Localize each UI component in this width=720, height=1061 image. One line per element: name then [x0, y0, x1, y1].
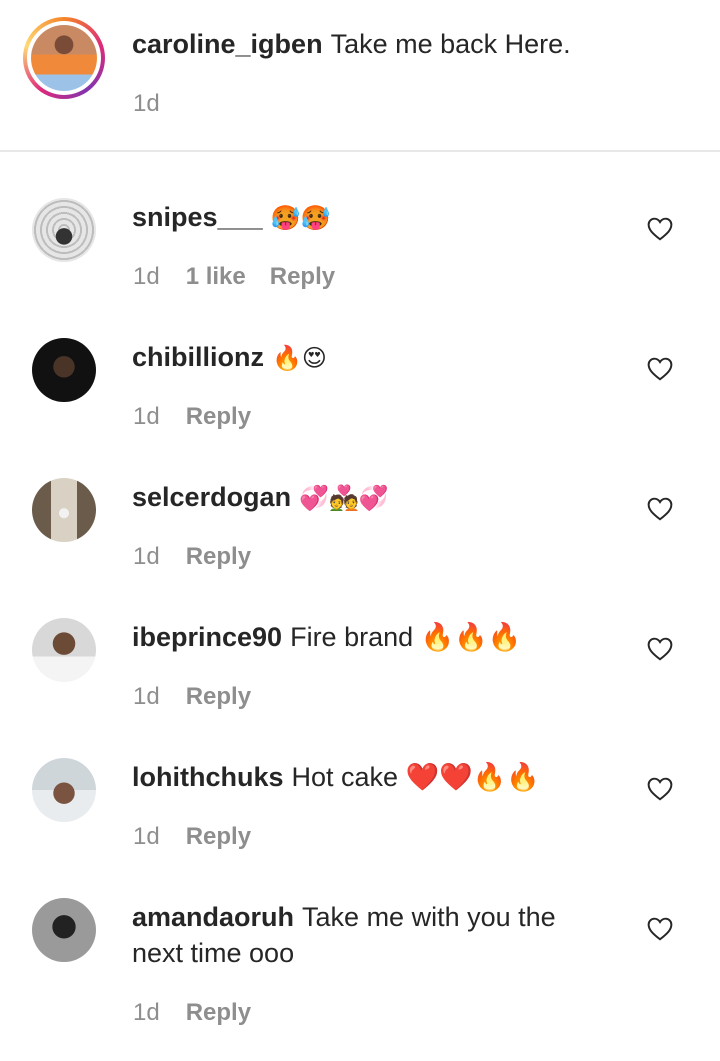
comment-text: snipes___ 🥵🥵	[132, 200, 330, 235]
heart-outline-icon[interactable]	[647, 497, 673, 521]
comment-meta: 1d Reply	[133, 543, 251, 571]
avatar[interactable]	[32, 758, 96, 822]
comment-body: 🥵🥵	[270, 204, 331, 232]
comment-meta: 1d Reply	[133, 683, 251, 711]
comment-meta: 1d Reply	[133, 403, 251, 431]
post-caption: caroline_igben Take me back Here. 1d	[0, 0, 720, 152]
comment-likes[interactable]: 1 like	[186, 263, 246, 290]
comment-time: 1d	[133, 403, 160, 430]
reply-button[interactable]: Reply	[186, 823, 251, 850]
avatar[interactable]	[32, 338, 96, 402]
comment-body: 🔥😍	[272, 344, 327, 372]
comment-text: selcerdogan 💞💑💞	[132, 480, 389, 515]
caption-username[interactable]: caroline_igben	[132, 29, 323, 59]
comment-text: amandaoruh Take me with you the	[132, 900, 556, 934]
comment-body-line2: next time ooo	[132, 938, 295, 968]
comment-username[interactable]: ibeprince90	[132, 622, 282, 652]
caption-text: caroline_igben Take me back Here.	[132, 27, 571, 61]
reply-button[interactable]: Reply	[186, 403, 251, 430]
comment-text-line2: next time ooo	[132, 936, 294, 970]
avatar[interactable]	[32, 618, 96, 682]
heart-outline-icon[interactable]	[647, 917, 673, 941]
reply-button[interactable]: Reply	[186, 683, 251, 710]
comment-time: 1d	[133, 263, 160, 290]
comment-time: 1d	[133, 543, 160, 570]
avatar[interactable]	[32, 198, 96, 262]
comment-username[interactable]: lohithchuks	[132, 762, 284, 792]
comment-body: Take me with you the	[302, 902, 556, 932]
caption-time: 1d	[133, 90, 160, 117]
reply-button[interactable]: Reply	[270, 263, 335, 290]
comment-time: 1d	[133, 683, 160, 710]
comment-time: 1d	[133, 823, 160, 850]
avatar[interactable]	[32, 898, 96, 962]
heart-outline-icon[interactable]	[647, 357, 673, 381]
comment-meta: 1d Reply	[133, 823, 251, 851]
avatar[interactable]	[32, 478, 96, 542]
comment-body: Hot cake ❤️❤️🔥🔥	[291, 762, 541, 792]
caption-meta: 1d	[133, 90, 186, 118]
comment-meta: 1d Reply	[133, 999, 251, 1027]
caption-body: Take me back Here.	[330, 29, 571, 59]
caption-avatar[interactable]	[23, 17, 105, 99]
reply-button[interactable]: Reply	[186, 999, 251, 1026]
comment-meta: 1d 1 like Reply	[133, 263, 335, 291]
comment-username[interactable]: selcerdogan	[132, 482, 291, 512]
comment-text: ibeprince90 Fire brand 🔥🔥🔥	[132, 620, 522, 654]
comment-body: Fire brand 🔥🔥🔥	[290, 622, 522, 652]
comment-text: lohithchuks Hot cake ❤️❤️🔥🔥	[132, 760, 540, 794]
heart-outline-icon[interactable]	[647, 217, 673, 241]
comment-username[interactable]: amandaoruh	[132, 902, 294, 932]
comment-username[interactable]: chibillionz	[132, 342, 264, 372]
comment-body: 💞💑💞	[299, 484, 389, 512]
heart-outline-icon[interactable]	[647, 637, 673, 661]
comment-time: 1d	[133, 999, 160, 1026]
reply-button[interactable]: Reply	[186, 543, 251, 570]
comment-text: chibillionz 🔥😍	[132, 340, 327, 375]
heart-outline-icon[interactable]	[647, 777, 673, 801]
comment-username[interactable]: snipes___	[132, 202, 263, 232]
